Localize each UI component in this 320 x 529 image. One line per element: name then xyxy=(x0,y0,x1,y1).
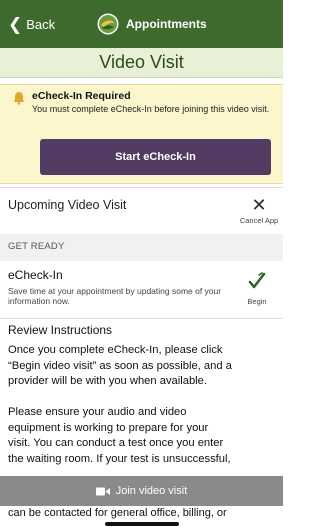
page-title: Video Visit xyxy=(0,48,283,78)
get-ready-label: GET READY xyxy=(8,241,65,252)
echeckin-description: Save time at your appointment by updatin… xyxy=(8,286,222,306)
begin-label: Begin xyxy=(247,297,267,306)
review-partial-line: can be contacted for general office, bil… xyxy=(8,507,227,519)
review-line: Once you complete eCheck-In, please clic… xyxy=(8,344,223,356)
app-title: Appointments xyxy=(97,13,207,35)
top-nav-bar: ❮ Back Appointments xyxy=(0,0,283,48)
app-logo xyxy=(97,13,119,35)
divider xyxy=(0,187,283,188)
review-paragraph-1: Once you complete eCheck-In, please clic… xyxy=(8,343,290,390)
home-indicator xyxy=(105,522,179,526)
upcoming-visit-label: Upcoming Video Visit xyxy=(8,198,127,212)
divider xyxy=(0,318,283,319)
review-line: “Begin video visit” as soon as possible,… xyxy=(8,359,232,372)
echeckin-required-banner: eCheck-In Required You must complete eCh… xyxy=(0,84,283,184)
video-camera-icon xyxy=(95,487,110,495)
checkmark-icon xyxy=(248,272,266,289)
banner-title: eCheck-In Required xyxy=(32,90,131,102)
warning-bell-icon xyxy=(13,92,25,105)
review-line: the waiting room. If your test is unsucc… xyxy=(8,452,231,465)
start-echeckin-button[interactable]: Start eCheck-In xyxy=(40,139,271,175)
review-line: equipment is working to prepare for your xyxy=(8,421,209,434)
join-label: Join video visit xyxy=(115,485,188,497)
cancel-appointment-button[interactable]: ✕ Cancel App xyxy=(235,196,283,225)
close-icon: ✕ xyxy=(251,195,267,215)
begin-echeckin-button[interactable]: Begin xyxy=(242,271,272,306)
review-line: provider will be with you when available… xyxy=(8,375,207,387)
review-line: Please ensure your audio and video xyxy=(8,406,187,418)
cancel-label: Cancel App xyxy=(239,216,279,225)
join-video-visit-button[interactable]: Join video visit xyxy=(0,476,283,506)
review-paragraph-2: Please ensure your audio and video equip… xyxy=(8,405,290,467)
chevron-left-icon: ❮ xyxy=(8,15,23,34)
banner-text: You must complete eCheck-In before joini… xyxy=(32,104,270,114)
app-title-label: Appointments xyxy=(126,17,207,31)
back-label: Back xyxy=(26,17,56,32)
review-instructions-title: Review Instructions xyxy=(8,323,113,337)
back-button[interactable]: ❮ Back xyxy=(8,16,55,33)
review-line: visit. You can conduct a test once you e… xyxy=(8,437,224,449)
echeckin-title: eCheck-In xyxy=(8,268,63,282)
